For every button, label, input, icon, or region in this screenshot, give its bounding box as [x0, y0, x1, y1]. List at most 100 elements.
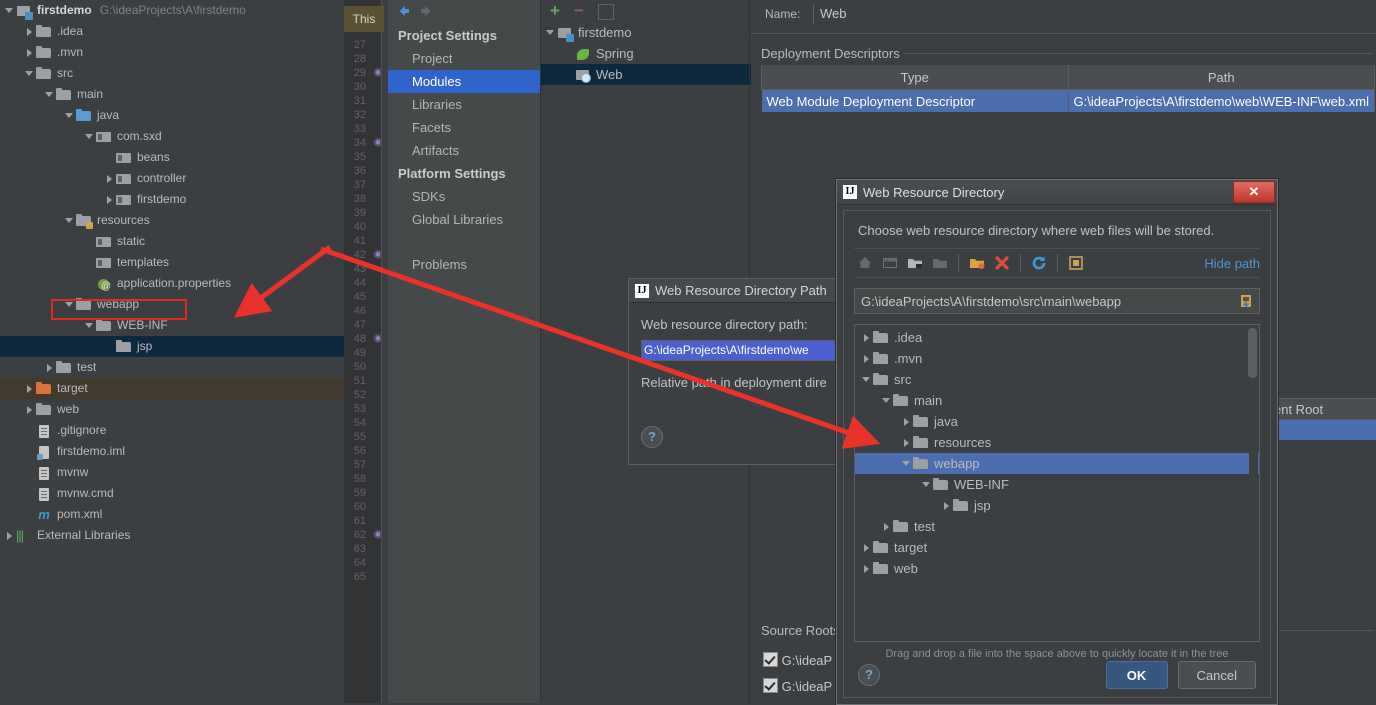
home-icon[interactable] [854, 252, 876, 274]
project-tree-row[interactable]: ||| External Libraries [0, 525, 344, 546]
table-body[interactable]: Web Module Deployment Descriptor G:\ideaP… [761, 89, 1375, 112]
back-icon[interactable] [396, 3, 412, 19]
project-tree-row[interactable]: jsp [0, 336, 344, 357]
chevron-down-icon[interactable] [921, 474, 933, 495]
wrd-tree-row[interactable]: web [855, 558, 1259, 579]
table-column-header[interactable]: Type [761, 65, 1069, 90]
settings-nav-item[interactable]: Global Libraries [388, 208, 540, 231]
cancel-button[interactable]: Cancel [1177, 661, 1256, 689]
chevron-down-icon[interactable] [545, 22, 557, 43]
settings-nav-item[interactable]: Problems [388, 253, 540, 276]
nav-toolbar[interactable] [388, 0, 540, 22]
chevron-right-icon[interactable] [24, 378, 36, 399]
project-tree-row[interactable]: .idea [0, 21, 344, 42]
project-tree-row[interactable]: mvnw.cmd [0, 483, 344, 504]
chevron-right-icon[interactable] [24, 42, 36, 63]
project-tree-row[interactable]: templates [0, 252, 344, 273]
wrd-tree-row[interactable]: test [855, 516, 1259, 537]
close-icon[interactable]: ✕ [1233, 181, 1275, 203]
chevron-right-icon[interactable] [861, 558, 873, 579]
chevron-right-icon[interactable] [24, 399, 36, 420]
refresh-icon[interactable] [1028, 252, 1050, 274]
chevron-right-icon[interactable] [901, 411, 913, 432]
module-toolbar[interactable]: + − [541, 0, 751, 22]
wrd-tree-row[interactable]: main [855, 390, 1259, 411]
editor-tab-this[interactable]: This [344, 6, 384, 32]
project-tree-row[interactable]: main [0, 84, 344, 105]
project-tree-row[interactable]: m pom.xml [0, 504, 344, 525]
chevron-down-icon[interactable] [44, 84, 56, 105]
chevron-down-icon[interactable] [901, 453, 913, 474]
wrd-tree-row[interactable]: target [855, 537, 1259, 558]
chevron-right-icon[interactable] [104, 168, 116, 189]
wrd-tree-row[interactable]: webapp [855, 453, 1259, 474]
chevron-right-icon[interactable] [44, 357, 56, 378]
wrd-tree-row[interactable]: src [855, 369, 1259, 390]
add-icon[interactable]: + [550, 2, 560, 19]
ok-button[interactable]: OK [1105, 661, 1168, 689]
chevron-right-icon[interactable] [861, 537, 873, 558]
project-tree-row[interactable]: firstdemo [0, 189, 344, 210]
project-tool-window[interactable]: firstdemo G:\ideaProjects\A\firstdemo .ide… [0, 0, 344, 703]
chevron-down-icon[interactable] [861, 369, 873, 390]
project-tree-row[interactable]: static [0, 231, 344, 252]
settings-nav-list[interactable]: Project Settings Project Modules Libraries F… [388, 0, 540, 703]
chevron-right-icon[interactable] [881, 516, 893, 537]
facet-name-field[interactable]: Web [813, 4, 1373, 24]
wrd-path-value[interactable]: G:\ideaProjects\A\firstdemo\src\main\web… [861, 294, 1239, 309]
project-tree-row[interactable]: controller [0, 168, 344, 189]
wrd-tree-row[interactable]: jsp [855, 495, 1259, 516]
wrdp-help-button[interactable]: ? [641, 426, 663, 448]
module-tree-row[interactable]: firstdemo [541, 22, 751, 43]
project-tree-row[interactable]: java [0, 105, 344, 126]
show-hidden-icon[interactable] [1065, 252, 1087, 274]
chevron-right-icon[interactable] [24, 21, 36, 42]
settings-nav-item[interactable]: Modules [388, 70, 540, 93]
settings-nav-item[interactable]: Project [388, 47, 540, 70]
wrd-tree-row[interactable]: WEB-INF [855, 474, 1259, 495]
new-folder-icon[interactable] [966, 252, 988, 274]
chevron-right-icon[interactable] [861, 327, 873, 348]
wrd-tree-row[interactable]: resources [855, 432, 1259, 453]
wrdp-path-value[interactable]: G:\ideaProjects\A\firstdemo\we [642, 341, 842, 360]
project-tree-row[interactable]: .gitignore [0, 420, 344, 441]
hide-path-link[interactable]: Hide path [1204, 256, 1260, 271]
wrd-tree-row[interactable]: .mvn [855, 348, 1259, 369]
settings-nav-item[interactable]: Libraries [388, 93, 540, 116]
tree-scrollbar-track[interactable] [1248, 326, 1258, 640]
chevron-right-icon[interactable] [861, 348, 873, 369]
project-tree-row[interactable]: .mvn [0, 42, 344, 63]
tree-scrollbar-thumb[interactable] [1248, 328, 1257, 378]
project-tree-row[interactable]: web [0, 399, 344, 420]
project-tree-row[interactable]: src [0, 63, 344, 84]
settings-nav-item[interactable]: Artifacts [388, 139, 540, 162]
wrdp-path-field[interactable]: G:\ideaProjects\A\firstdemo\we [641, 340, 842, 361]
delete-icon[interactable] [991, 252, 1013, 274]
project-folder-icon[interactable] [904, 252, 926, 274]
wrd-tree-row[interactable]: .idea [855, 327, 1259, 348]
project-tree-row[interactable]: beans [0, 147, 344, 168]
project-tree-row[interactable]: test [0, 357, 344, 378]
project-tree-row[interactable]: com.sxd [0, 126, 344, 147]
nav-items[interactable]: Project Settings Project Modules Libraries F… [388, 24, 540, 276]
wrd-tree-rows[interactable]: .idea .mvn src main java resources webapp WEB-I… [855, 325, 1259, 579]
module-rows[interactable]: firstdemo Spring Web [541, 22, 751, 85]
settings-nav-item[interactable]: SDKs [388, 185, 540, 208]
chevron-right-icon[interactable] [941, 495, 953, 516]
project-tree-row[interactable]: mvnw [0, 462, 344, 483]
chevron-down-icon[interactable] [84, 126, 96, 147]
project-tree-row[interactable]: firstdemo G:\ideaProjects\A\firstdemo [0, 0, 344, 21]
chevron-right-icon[interactable] [4, 525, 16, 546]
wrd-help-button[interactable]: ? [858, 664, 880, 686]
chevron-down-icon[interactable] [64, 210, 76, 231]
desktop-icon[interactable] [879, 252, 901, 274]
settings-nav-item[interactable]: Facets [388, 116, 540, 139]
wrd-path-field[interactable]: G:\ideaProjects\A\firstdemo\src\main\web… [854, 288, 1260, 314]
web-resource-directory-path-dialog[interactable]: IJ Web Resource Directory Path Web resou… [628, 278, 854, 465]
web-resource-directory-dialog[interactable]: IJ Web Resource Directory ✕ Choose web r… [836, 179, 1278, 705]
chevron-down-icon[interactable] [64, 105, 76, 126]
paste-icon[interactable] [1239, 293, 1253, 309]
checkbox-icon[interactable] [763, 678, 778, 693]
chevron-right-icon[interactable] [901, 432, 913, 453]
wrd-toolbar[interactable]: Hide path [854, 248, 1260, 278]
